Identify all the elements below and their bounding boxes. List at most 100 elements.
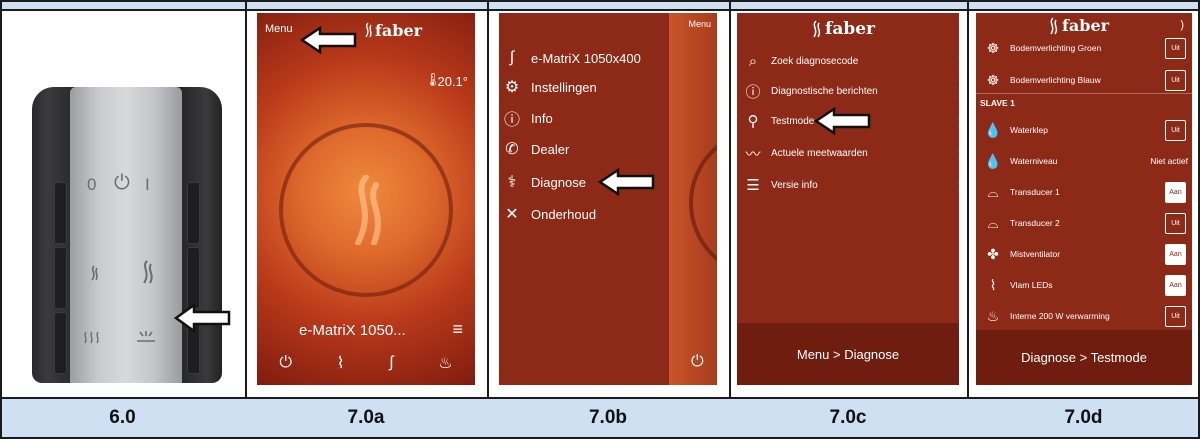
menu-item-diagnose[interactable]: ⚕ Diagnose xyxy=(499,168,586,196)
chevron-right-icon: › xyxy=(958,80,959,102)
remote-side-button[interactable] xyxy=(54,247,67,309)
menu-item-info[interactable]: ⓘ Info xyxy=(499,104,553,132)
test-row: ♨ Interne 200 W verwarming Uit xyxy=(976,301,1192,331)
test-row-label: Transducer 1 xyxy=(1010,187,1060,197)
column-divider xyxy=(487,2,489,437)
info-icon: ⓘ xyxy=(503,112,520,129)
figure-table: 0 ⏻ I Menu faber 🌡 20.1° e-MatriX 1050..… xyxy=(0,0,1200,439)
test-row-label: Mistventilator xyxy=(1010,249,1061,259)
flame-large-icon xyxy=(143,260,153,284)
stethoscope-icon: ⚕ xyxy=(507,174,517,191)
test-row-label: Bodemverlichting Groen xyxy=(1010,43,1102,53)
remote-side-button[interactable] xyxy=(54,312,67,374)
menu-item-label: Instellingen xyxy=(531,79,597,95)
thermometer-icon[interactable]: ♨ xyxy=(438,353,452,373)
remote-control: 0 ⏻ I xyxy=(32,87,222,383)
test-row-label: Waterklep xyxy=(1010,125,1048,135)
flame-icon xyxy=(355,175,381,245)
fan-icon: ✤ xyxy=(987,245,999,262)
test-row: ☸ Bodemverlichting Blauw Uit xyxy=(976,65,1192,95)
chevron-right-icon: › xyxy=(958,142,959,164)
test-row: 💧 Waterniveau Niet actief xyxy=(976,146,1192,176)
light-icon[interactable]: ⌇ xyxy=(337,353,345,373)
test-row: ✤ Mistventilator Aan xyxy=(976,239,1192,269)
test-row-label: Waterniveau xyxy=(1010,156,1058,166)
diag-item-messages[interactable]: ⓘ Diagnostische berichten › xyxy=(737,75,959,107)
light-icon xyxy=(137,331,155,342)
breadcrumb: Menu > Diagnose xyxy=(737,323,959,385)
menu-button[interactable]: Menu xyxy=(688,19,711,29)
diag-item-label: Diagnostische berichten xyxy=(771,85,878,97)
remote-side-button[interactable] xyxy=(54,182,67,244)
toggle-button[interactable]: Aan xyxy=(1165,181,1186,203)
flame-icon[interactable]: ∫ xyxy=(389,354,393,372)
flame-pattern-icon xyxy=(84,331,99,344)
graph-icon: 〰 xyxy=(745,145,761,163)
section-title: SLAVE 1 xyxy=(980,98,1015,108)
faber-logo-icon xyxy=(365,22,372,38)
screen-home: Menu faber 🌡 20.1° e-MatriX 1050... ≡ ⏻ … xyxy=(257,13,475,385)
figure-label: 7.0d xyxy=(1064,407,1103,428)
label-row: 6.0 7.0a 7.0b 7.0c 7.0d xyxy=(2,399,1198,437)
figure-label: 7.0b xyxy=(588,407,628,428)
test-row-label: Transducer 2 xyxy=(1010,218,1060,228)
toggle-button[interactable]: Aan xyxy=(1165,274,1186,296)
scroll-indicator: ) xyxy=(1180,19,1184,31)
section-divider xyxy=(976,93,1192,94)
tools-icon: ✕ xyxy=(505,206,519,223)
figure-label: 7.0c xyxy=(829,407,867,428)
diag-item-label: Zoek diagnosecode xyxy=(771,55,859,67)
toggle-button[interactable]: Uit xyxy=(1165,69,1186,91)
water-drop-icon: 💧 xyxy=(984,152,1002,169)
column-divider xyxy=(245,2,247,437)
faber-logo-icon xyxy=(813,20,821,38)
toggle-button[interactable]: Uit xyxy=(1165,119,1186,141)
faber-logo: faber xyxy=(375,21,423,40)
menu-item-settings[interactable]: ⚙ Instellingen xyxy=(499,73,597,101)
search-icon: ⌕ xyxy=(748,52,758,70)
temperature-value: 20.1° xyxy=(437,74,468,89)
toggle-button[interactable]: Aan xyxy=(1165,243,1186,265)
diag-item-label: Versie info xyxy=(771,179,818,191)
remote-side-button[interactable] xyxy=(187,247,200,309)
bottom-nav: ⏻ ⌇ ∫ ♨ xyxy=(257,341,475,385)
alert-icon: ⓘ xyxy=(745,83,761,101)
column-divider xyxy=(729,2,731,437)
diag-item-measurements[interactable]: 〰 Actuele meetwaarden › xyxy=(737,137,959,169)
power-icon[interactable]: ⏻ xyxy=(279,354,292,372)
led-icon: ⌇ xyxy=(989,276,997,293)
header-strip xyxy=(2,2,1198,11)
diag-item-label: Testmode xyxy=(771,115,815,127)
chevron-right-icon: › xyxy=(958,110,959,132)
list-icon[interactable]: ≡ xyxy=(452,319,463,340)
palette-icon: ☸ xyxy=(986,71,1000,88)
toggle-button[interactable]: Uit xyxy=(1165,305,1186,327)
status-value: Niet actief xyxy=(1150,156,1188,166)
diag-item-search[interactable]: ⌕ Zoek diagnosecode › xyxy=(737,45,959,77)
water-drop-icon: 💧 xyxy=(984,121,1002,138)
test-row-label: Interne 200 W verwarming xyxy=(1010,311,1110,321)
column-divider xyxy=(967,2,969,437)
menu-item-dealer[interactable]: ✆ Dealer xyxy=(499,135,569,163)
screen-menu: Menu ∫ e-MatriX 1050x400 ⚙ Instellingen … xyxy=(499,13,717,385)
remote-side-button[interactable] xyxy=(187,182,200,244)
breadcrumb: Diagnose > Testmode xyxy=(976,330,1192,385)
arrow-icon xyxy=(174,303,231,333)
diag-item-version[interactable]: ☰ Versie info › xyxy=(737,169,959,201)
power-icon[interactable]: ⏻ xyxy=(691,353,704,371)
database-icon: ☰ xyxy=(746,177,760,194)
remote-off-label: 0 xyxy=(87,175,97,194)
figure-label: 6.0 xyxy=(109,407,136,428)
phone-icon: ✆ xyxy=(505,141,519,158)
chevron-right-icon: › xyxy=(958,174,959,196)
menu-item-device[interactable]: ∫ e-MatriX 1050x400 xyxy=(499,44,641,72)
toggle-button[interactable]: Uit xyxy=(1165,37,1186,59)
screen-diagnose: faber ⌕ Zoek diagnosecode › ⓘ Diagnostis… xyxy=(737,13,959,385)
flame-small-icon xyxy=(91,265,98,281)
menu-item-maintenance[interactable]: ✕ Onderhoud xyxy=(499,200,596,228)
gear-icon: ⚙ xyxy=(504,79,520,96)
menu-button[interactable]: Menu xyxy=(265,23,293,35)
toggle-button[interactable]: Uit xyxy=(1165,212,1186,234)
menu-item-label: Dealer xyxy=(531,141,570,157)
figure-label: 7.0a xyxy=(347,407,385,428)
